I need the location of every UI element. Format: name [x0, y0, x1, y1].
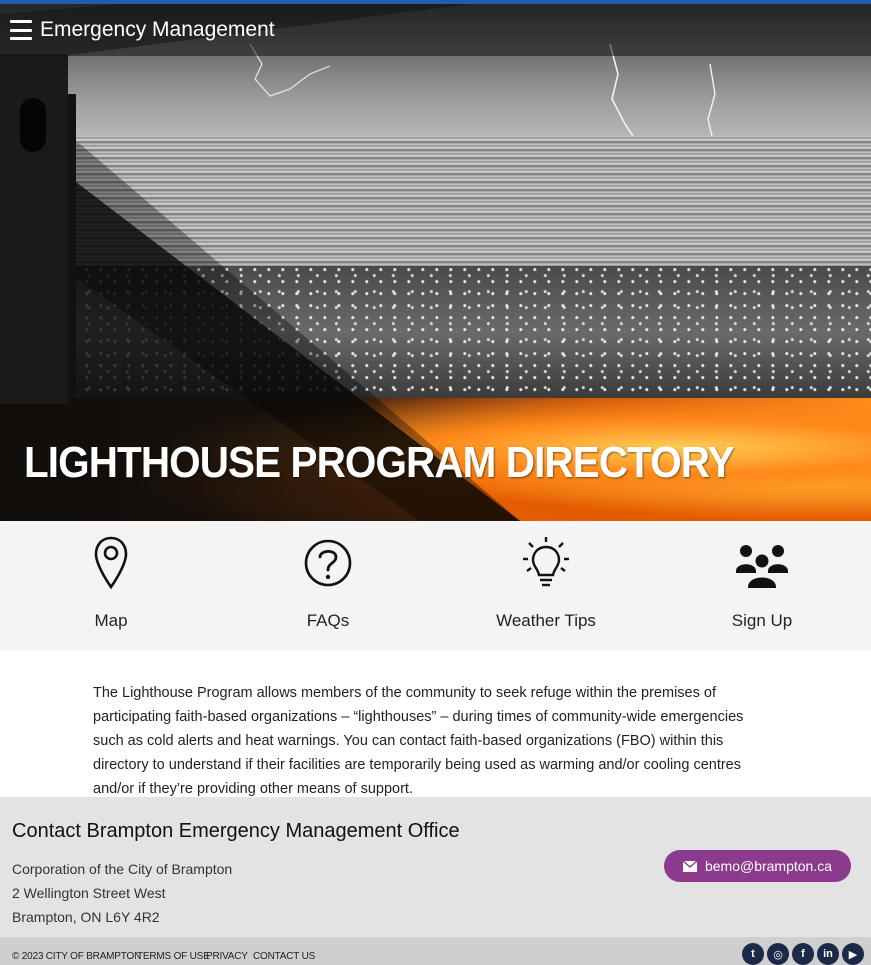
- linkedin-icon[interactable]: in: [817, 943, 839, 965]
- nav-tile-map[interactable]: Map: [31, 521, 191, 651]
- nav-tile-sign-up[interactable]: Sign Up: [682, 521, 842, 651]
- address-line-1: Corporation of the City of Brampton: [12, 861, 233, 877]
- terms-link[interactable]: TERMS OF USE: [137, 951, 210, 962]
- contact-footer: Contact Brampton Emergency Management Of…: [0, 797, 871, 937]
- footer-title: Contact Brampton Emergency Management Of…: [12, 820, 460, 842]
- group-people-icon: [736, 545, 788, 590]
- youtube-icon[interactable]: ▶: [842, 943, 864, 965]
- envelope-icon: [682, 860, 697, 872]
- privacy-link[interactable]: PRIVACY: [206, 951, 248, 962]
- instagram-icon[interactable]: ◎: [767, 943, 789, 965]
- copyright-text: © 2023 CITY OF BRAMPTON: [12, 951, 142, 962]
- quick-links-bar: Map FAQs Weather Tips Sign Up: [0, 521, 871, 651]
- email-button[interactable]: bemo@brampton.ca: [664, 850, 851, 882]
- facebook-icon[interactable]: f: [792, 943, 814, 965]
- site-header: Emergency Management: [0, 4, 871, 56]
- address-line-2: 2 Wellington Street West: [12, 885, 166, 901]
- nav-label-sign-up: Sign Up: [731, 611, 793, 630]
- nav-tile-weather-tips[interactable]: Weather Tips: [466, 521, 626, 651]
- twitter-icon[interactable]: t: [742, 943, 764, 965]
- hamburger-menu-icon[interactable]: [10, 20, 32, 40]
- page-title: LIGHTHOUSE PROGRAM DIRECTORY: [24, 438, 735, 487]
- site-title[interactable]: Emergency Management: [40, 18, 275, 42]
- legal-bar: © 2023 CITY OF BRAMPTON TERMS OF USE PRI…: [0, 937, 871, 965]
- email-label: bemo@brampton.ca: [704, 858, 833, 874]
- lightbulb-icon: [523, 537, 569, 587]
- question-circle-icon: [304, 539, 352, 587]
- nav-label-faqs: FAQs: [306, 611, 350, 630]
- contact-us-link[interactable]: CONTACT US: [253, 951, 315, 962]
- nav-label-weather-tips: Weather Tips: [496, 611, 596, 630]
- nav-label-map: Map: [94, 611, 128, 630]
- map-pin-icon: [94, 536, 128, 590]
- lighthouse-tower-graphic: [0, 54, 76, 404]
- address-line-3: Brampton, ON L6Y 4R2: [12, 909, 160, 925]
- intro-paragraph: The Lighthouse Program allows members of…: [93, 685, 744, 797]
- nav-tile-faqs[interactable]: FAQs: [248, 521, 408, 651]
